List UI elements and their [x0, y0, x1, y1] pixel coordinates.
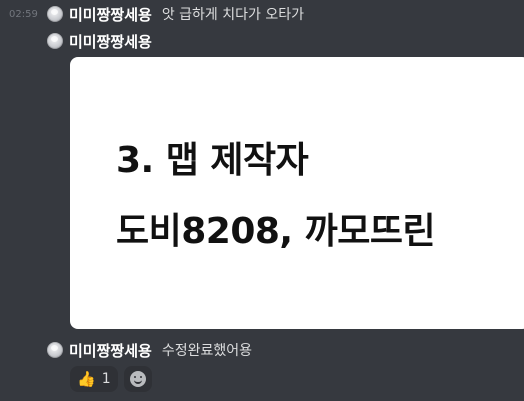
username[interactable]: 미미짱짱세용 [69, 31, 152, 52]
chat-pane: 02:59 미미짱짱세용 앗 급하게 치다가 오타가 미미짱짱세용 3. 맵 제… [0, 0, 524, 401]
message-text: 앗 급하게 치다가 오타가 [161, 7, 304, 23]
attached-image[interactable]: 3. 맵 제작자 도비8208, 까모뜨린 [70, 57, 524, 329]
message-row: 미미짱짱세용 [0, 30, 524, 52]
user-avatar[interactable] [47, 33, 63, 49]
message-row: 미미짱짱세용 수정완료했어용 [0, 339, 524, 361]
thumbs-up-icon: 👍 [77, 369, 96, 388]
image-text-line: 도비8208, 까모뜨린 [116, 211, 436, 252]
reaction-count: 1 [101, 371, 111, 387]
username[interactable]: 미미짱짱세용 [69, 4, 152, 25]
user-avatar[interactable] [47, 6, 63, 22]
username[interactable]: 미미짱짱세용 [69, 340, 152, 361]
message-row: 02:59 미미짱짱세용 앗 급하게 치다가 오타가 [0, 3, 524, 25]
user-avatar[interactable] [47, 342, 63, 358]
smile-icon [129, 371, 146, 387]
reaction-bar: 👍 1 [70, 366, 152, 392]
add-reaction-button[interactable] [123, 366, 152, 392]
reaction-thumbs-up[interactable]: 👍 1 [70, 366, 118, 392]
message-timestamp: 02:59 [9, 8, 38, 20]
message-text: 수정완료했어용 [161, 343, 252, 359]
image-text-line: 3. 맵 제작자 [116, 140, 309, 181]
